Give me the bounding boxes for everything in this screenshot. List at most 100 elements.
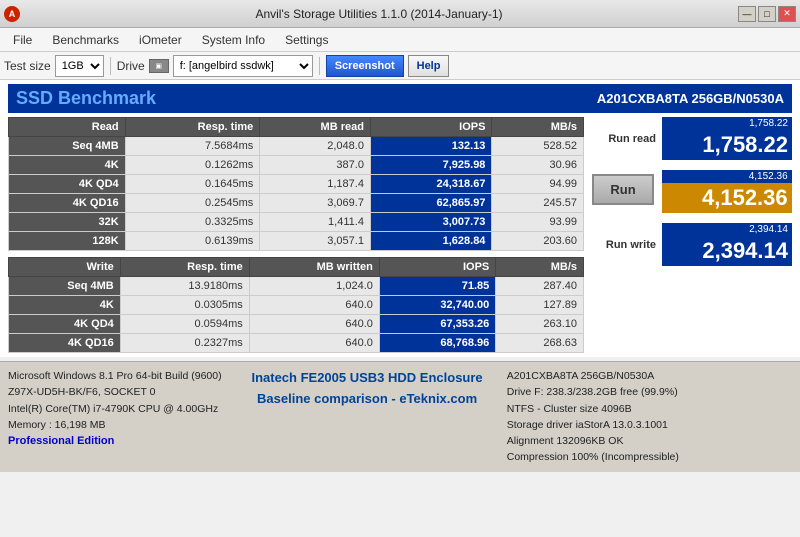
read-table-row: 4K 0.1262ms 387.0 7,925.98 30.96 (9, 156, 584, 175)
test-size-select[interactable]: 1GB 2GB 4GB (55, 55, 104, 77)
write-mb-3: 640.0 (249, 334, 379, 353)
toolbar: Test size 1GB 2GB 4GB Drive ▣ f: [angelb… (0, 52, 800, 80)
write-mb-0: 1,024.0 (249, 277, 379, 296)
write-mbs-1: 127.89 (496, 296, 584, 315)
ssd-benchmark-title: SSD Benchmark (16, 88, 156, 109)
toolbar-separator (110, 57, 111, 75)
read-iops-5: 1,628.84 (370, 232, 492, 251)
drive-info-6: Compression 100% (Incompressible) (507, 449, 792, 465)
write-table-row: 4K QD16 0.2327ms 640.0 68,768.96 268.63 (9, 334, 584, 353)
write-mb-header: MB written (249, 258, 379, 277)
write-table-row: 4K QD4 0.0594ms 640.0 67,353.26 263.10 (9, 315, 584, 334)
total-score-display: 4,152.36 4,152.36 (662, 170, 792, 213)
total-score-large: 4,152.36 (662, 183, 792, 213)
iops-header: IOPS (370, 118, 492, 137)
run-read-label: Run read (608, 133, 656, 145)
close-button[interactable]: ✕ (778, 6, 796, 22)
system-info-col: Microsoft Windows 8.1 Pro 64-bit Build (… (8, 368, 227, 466)
bottom-info-bar: Microsoft Windows 8.1 Pro 64-bit Build (… (0, 361, 800, 472)
write-mbs-header: MB/s (496, 258, 584, 277)
read-mbs-0: 528.52 (492, 137, 584, 156)
read-table-row: 128K 0.6139ms 3,057.1 1,628.84 203.60 (9, 232, 584, 251)
sys-line-2: Z97X-UD5H-BK/F6, SOCKET 0 (8, 384, 227, 400)
benchmark-tables: Read Resp. time MB read IOPS MB/s Seq 4M… (8, 117, 584, 353)
baseline-line1: Inatech FE2005 USB3 HDD Enclosure (235, 368, 498, 389)
write-score-large: 2,394.14 (662, 236, 792, 266)
write-resp-1: 0.0305ms (120, 296, 249, 315)
write-table: Write Resp. time MB written IOPS MB/s Se… (8, 257, 584, 353)
main-content: SSD Benchmark A201CXBA8TA 256GB/N0530A R… (0, 80, 800, 357)
run-read-row: Run read 1,758.22 1,758.22 (592, 117, 792, 160)
write-resp-header: Resp. time (120, 258, 249, 277)
read-table-row: 4K QD16 0.2545ms 3,069.7 62,865.97 245.5… (9, 194, 584, 213)
drive-info-col: A201CXBA8TA 256GB/N0530A Drive F: 238.3/… (507, 368, 792, 466)
read-resp-2: 0.1645ms (125, 175, 260, 194)
read-mb-2: 1,187.4 (260, 175, 371, 194)
window-controls: — □ ✕ (738, 6, 796, 22)
read-mbs-5: 203.60 (492, 232, 584, 251)
baseline-line2: Baseline comparison - eTeknix.com (235, 389, 498, 410)
mb-read-header: MB read (260, 118, 371, 137)
menu-iometer[interactable]: iOmeter (130, 30, 191, 50)
read-iops-4: 3,007.73 (370, 213, 492, 232)
read-label-0: Seq 4MB (9, 137, 126, 156)
drive-select[interactable]: f: [angelbird ssdwk] (173, 55, 313, 77)
read-mb-4: 1,411.4 (260, 213, 371, 232)
read-resp-5: 0.6139ms (125, 232, 260, 251)
read-iops-0: 132.13 (370, 137, 492, 156)
read-table-row: Seq 4MB 7.5684ms 2,048.0 132.13 528.52 (9, 137, 584, 156)
title-bar: A Anvil's Storage Utilities 1.1.0 (2014-… (0, 0, 800, 28)
read-mb-5: 3,057.1 (260, 232, 371, 251)
hdd-icon: ▣ (149, 59, 169, 73)
maximize-button[interactable]: □ (758, 6, 776, 22)
read-resp-3: 0.2545ms (125, 194, 260, 213)
read-label-3: 4K QD16 (9, 194, 126, 213)
read-mbs-3: 245.57 (492, 194, 584, 213)
toolbar-separator2 (319, 57, 320, 75)
resp-time-header: Resp. time (125, 118, 260, 137)
read-resp-0: 7.5684ms (125, 137, 260, 156)
write-label-0: Seq 4MB (9, 277, 121, 296)
read-mbs-4: 93.99 (492, 213, 584, 232)
write-mbs-3: 268.63 (496, 334, 584, 353)
write-label-1: 4K (9, 296, 121, 315)
help-button[interactable]: Help (408, 55, 450, 77)
read-iops-3: 62,865.97 (370, 194, 492, 213)
run-button[interactable]: Run (592, 174, 653, 205)
read-label-1: 4K (9, 156, 126, 175)
drive-info-1: Drive F: 238.3/238.2GB free (99.9%) (507, 384, 792, 400)
ssd-model-label: A201CXBA8TA 256GB/N0530A (597, 91, 784, 106)
menu-system-info[interactable]: System Info (193, 30, 274, 50)
menu-file[interactable]: File (4, 30, 41, 50)
minimize-button[interactable]: — (738, 6, 756, 22)
write-label-2: 4K QD4 (9, 315, 121, 334)
write-resp-0: 13.9180ms (120, 277, 249, 296)
total-score-small: 4,152.36 (662, 170, 792, 183)
read-mb-3: 3,069.7 (260, 194, 371, 213)
baseline-col: Inatech FE2005 USB3 HDD Enclosure Baseli… (235, 368, 498, 466)
read-table: Read Resp. time MB read IOPS MB/s Seq 4M… (8, 117, 584, 251)
write-resp-2: 0.0594ms (120, 315, 249, 334)
read-table-row: 32K 0.3325ms 1,411.4 3,007.73 93.99 (9, 213, 584, 232)
menu-settings[interactable]: Settings (276, 30, 337, 50)
write-mbs-0: 287.40 (496, 277, 584, 296)
drive-info-3: Storage driver iaStorA 13.0.3.1001 (507, 417, 792, 433)
write-mb-2: 640.0 (249, 315, 379, 334)
read-resp-4: 0.3325ms (125, 213, 260, 232)
read-label-4: 32K (9, 213, 126, 232)
write-table-row: Seq 4MB 13.9180ms 1,024.0 71.85 287.40 (9, 277, 584, 296)
menu-benchmarks[interactable]: Benchmarks (43, 30, 128, 50)
write-table-row: 4K 0.0305ms 640.0 32,740.00 127.89 (9, 296, 584, 315)
write-iops-1: 32,740.00 (379, 296, 495, 315)
read-mbs-2: 94.99 (492, 175, 584, 194)
screenshot-button[interactable]: Screenshot (326, 55, 404, 77)
read-score-small: 1,758.22 (662, 117, 792, 130)
write-iops-0: 71.85 (379, 277, 495, 296)
drive-info-0: A201CXBA8TA 256GB/N0530A (507, 368, 792, 384)
write-mb-1: 640.0 (249, 296, 379, 315)
write-score-small: 2,394.14 (662, 223, 792, 236)
read-mb-0: 2,048.0 (260, 137, 371, 156)
write-resp-3: 0.2327ms (120, 334, 249, 353)
sys-line-3: Intel(R) Core(TM) i7-4790K CPU @ 4.00GHz (8, 401, 227, 417)
read-table-row: 4K QD4 0.1645ms 1,187.4 24,318.67 94.99 (9, 175, 584, 194)
